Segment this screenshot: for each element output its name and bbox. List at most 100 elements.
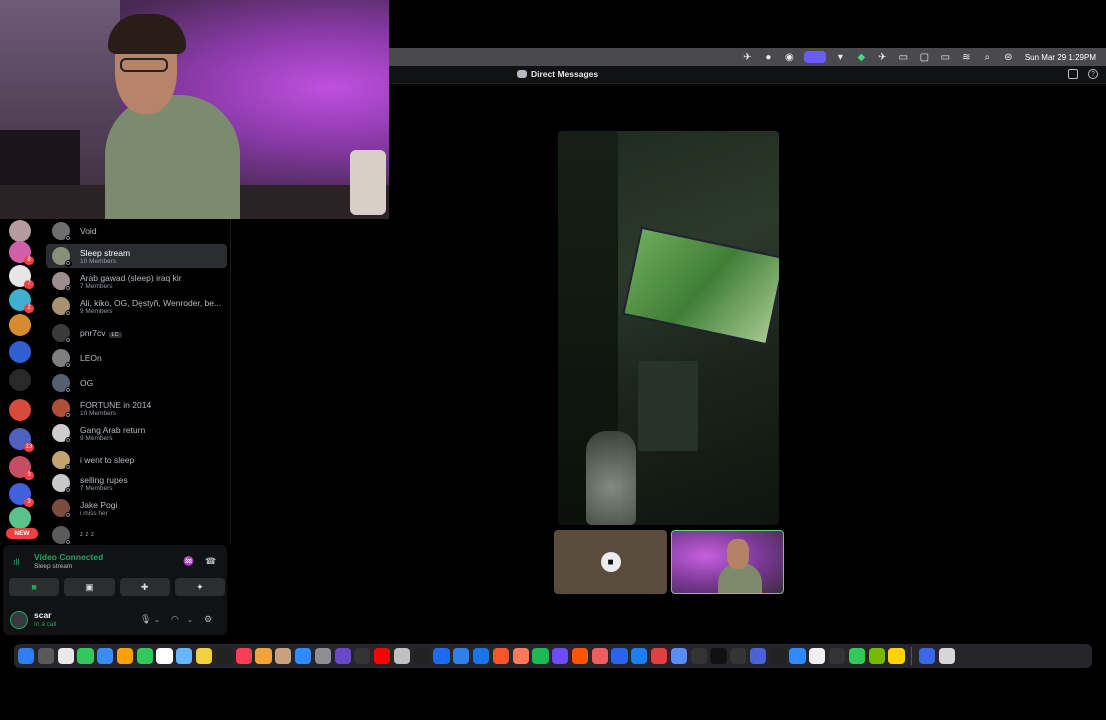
x-icon[interactable]	[710, 647, 727, 665]
safari-icon[interactable]	[472, 647, 490, 665]
activities-button[interactable]: ✚	[119, 578, 170, 596]
burst-icon[interactable]	[512, 647, 529, 665]
server-icon[interactable]	[9, 369, 31, 391]
disconnect-icon[interactable]: ☎	[205, 556, 216, 567]
spotify-icon[interactable]	[532, 647, 549, 665]
finder-icon[interactable]	[18, 647, 35, 665]
brave-icon[interactable]	[492, 647, 509, 665]
app-h-icon[interactable]	[918, 647, 935, 665]
dm-list-item[interactable]: LEOn	[46, 346, 227, 370]
dm-list-item[interactable]: pnr7cv LC	[46, 321, 227, 345]
launchpad-icon[interactable]	[37, 647, 54, 665]
pages-icon[interactable]	[255, 647, 272, 665]
server-icon[interactable]: 3	[9, 456, 34, 480]
nvidia-tray-icon[interactable]: ◆	[851, 48, 872, 66]
ai-app-icon[interactable]	[334, 647, 351, 665]
contacts-icon[interactable]	[275, 647, 292, 665]
server-icon[interactable]: 8	[9, 241, 34, 265]
app-a-icon[interactable]	[591, 647, 608, 665]
server-icon[interactable]	[9, 341, 31, 363]
app-c-icon[interactable]	[651, 647, 668, 665]
music-icon[interactable]	[235, 647, 252, 665]
search-icon[interactable]: ⌕	[977, 48, 998, 66]
app-d-icon[interactable]	[670, 647, 687, 665]
inbox-icon[interactable]	[1068, 69, 1078, 79]
system-settings-icon[interactable]	[314, 647, 331, 665]
discord-tray-icon[interactable]: ◉	[779, 48, 800, 66]
active-tray-icon[interactable]	[803, 51, 826, 63]
participant-tile-camera-off[interactable]: ■	[554, 530, 667, 594]
stream-video-tile[interactable]	[558, 131, 779, 525]
xcode-icon[interactable]	[631, 647, 648, 665]
terminal2-icon[interactable]	[413, 647, 430, 665]
dm-list-item[interactable]: Ali, kiko, OG, Dęstyñ, Wenroder, be... 9 …	[46, 294, 227, 318]
bars-icon[interactable]	[690, 647, 707, 665]
soundboard-button[interactable]: ✦	[174, 578, 225, 596]
rocket2-icon[interactable]: ✈	[872, 48, 893, 66]
dm-list-item[interactable]: Arab gawad (sleep) iraq kir 7 Members	[46, 269, 227, 293]
new-badge[interactable]: NEW	[6, 528, 38, 539]
nvidia-icon[interactable]	[868, 647, 885, 665]
youtube-icon[interactable]	[374, 647, 391, 665]
app-g-icon[interactable]	[829, 647, 846, 665]
finder2-icon[interactable]	[789, 647, 806, 665]
noise-suppression-icon[interactable]: ♒	[183, 556, 194, 567]
notes-icon[interactable]	[196, 647, 213, 665]
terminal-icon[interactable]	[354, 647, 371, 665]
headphones-icon[interactable]: ◠	[171, 614, 179, 625]
trash-icon[interactable]	[938, 647, 955, 665]
photos-icon[interactable]	[116, 647, 134, 665]
server-icon[interactable]: 7	[9, 265, 34, 289]
user-name[interactable]: scar	[34, 610, 52, 620]
terminal3-icon[interactable]	[769, 647, 786, 665]
messages-icon[interactable]	[77, 647, 94, 665]
control-center-icon[interactable]: ⊜	[998, 48, 1019, 66]
battery-icon[interactable]: ▭	[935, 48, 956, 66]
display-icon[interactable]: ▢	[914, 48, 935, 66]
shield-icon[interactable]: ▾	[830, 48, 851, 66]
dm-list-item[interactable]: FORTUNE in 2014 10 Members	[46, 396, 227, 420]
voice-channel[interactable]: Sleep stream	[34, 563, 72, 570]
server-icon[interactable]	[9, 399, 31, 421]
soundcloud-icon[interactable]	[571, 647, 589, 665]
server-icon[interactable]	[9, 314, 31, 336]
gear-icon[interactable]: ⚙	[204, 614, 212, 625]
server-icon[interactable]	[9, 507, 31, 529]
appletv-icon[interactable]	[215, 647, 232, 665]
chrome-icon[interactable]	[57, 647, 74, 665]
chevron-down-icon[interactable]: ⌄	[187, 616, 193, 624]
files-icon[interactable]	[176, 647, 193, 665]
screen-share-button[interactable]: ▣	[64, 578, 115, 596]
app-b-icon[interactable]	[611, 647, 628, 665]
dm-list-item[interactable]: Jake Pogi i miss her	[46, 496, 227, 520]
dm-list-item[interactable]: Void	[46, 219, 227, 243]
voice-status[interactable]: Video Connected	[34, 552, 103, 562]
mail2-icon[interactable]	[552, 647, 569, 665]
dm-list-item[interactable]: selling rupes 7 Members	[46, 471, 227, 495]
mail-icon[interactable]	[97, 647, 114, 665]
dot-icon[interactable]: ●	[758, 48, 779, 66]
compass-icon[interactable]	[433, 647, 450, 665]
norton-icon[interactable]	[888, 647, 905, 665]
signal-icon[interactable]: ıll	[13, 557, 25, 567]
server-icon[interactable]: 2	[9, 289, 34, 313]
menu-clock[interactable]: Sun Mar 29 1:29PM	[1019, 53, 1096, 62]
server-icon[interactable]	[9, 220, 31, 242]
rocket-icon[interactable]: ✈	[737, 48, 758, 66]
app-generic-icon[interactable]	[393, 647, 411, 665]
wave-icon[interactable]	[730, 647, 747, 665]
camera-button[interactable]: ■	[9, 578, 60, 596]
microphone-icon[interactable]: 🎙︎	[140, 614, 151, 625]
dm-list-item[interactable]: Sleep stream 10 Members	[46, 244, 227, 268]
help-icon[interactable]: ?	[1088, 69, 1098, 79]
wifi-icon[interactable]: ≋	[956, 48, 977, 66]
chevron-down-icon[interactable]: ⌄	[154, 616, 160, 624]
keyboard-icon[interactable]: ▭	[893, 48, 914, 66]
server-icon[interactable]: 3	[9, 483, 34, 507]
dm-list-item[interactable]: i went to sleep	[46, 448, 227, 472]
server-icon[interactable]: 13	[9, 428, 34, 452]
appstore-icon[interactable]	[294, 647, 312, 665]
code-icon[interactable]	[453, 647, 470, 665]
dm-list-item[interactable]: ᶻ ᶻ ᶻ	[46, 523, 227, 544]
dm-list-item[interactable]: Gang Arab return 9 Members	[46, 421, 227, 445]
